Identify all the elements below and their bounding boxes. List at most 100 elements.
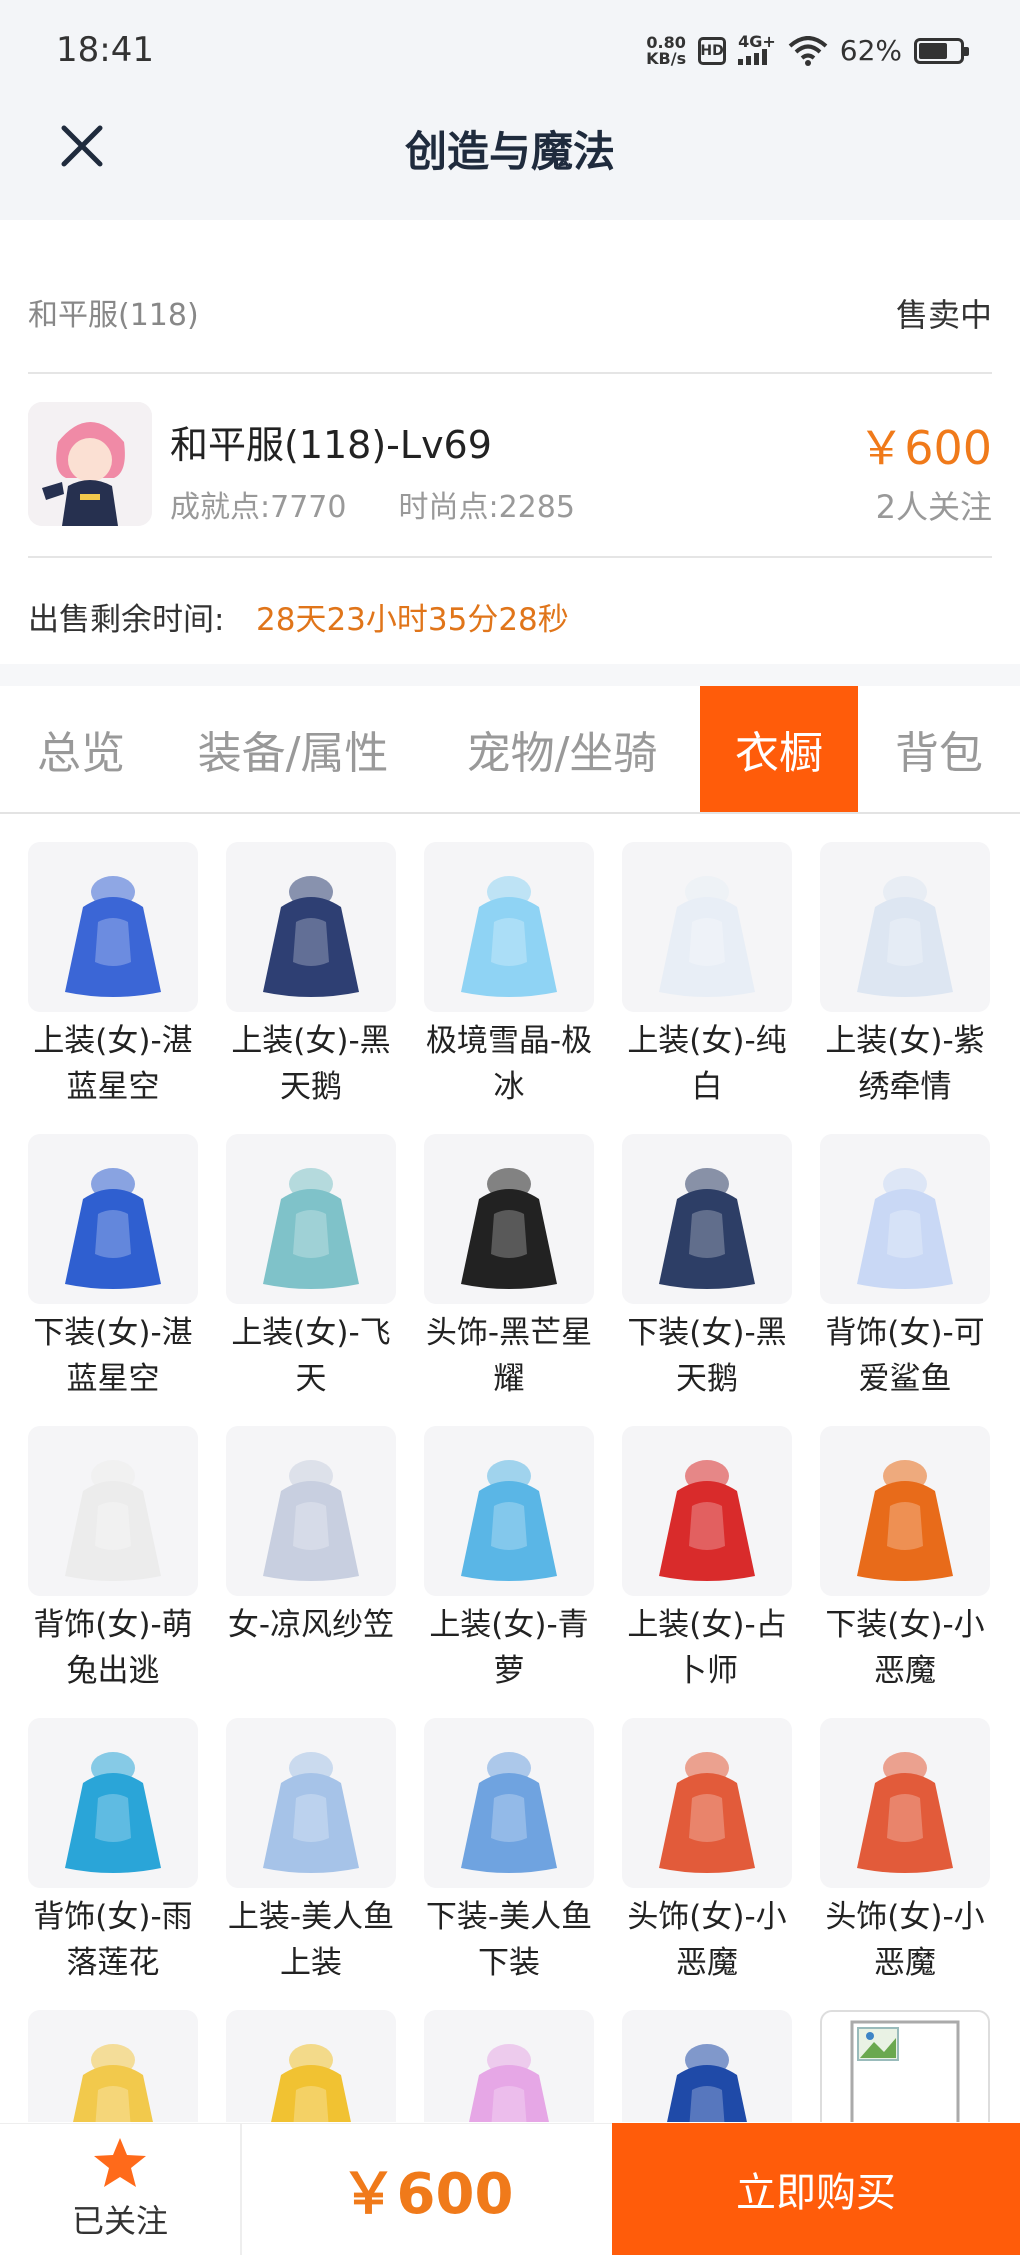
- wardrobe-item[interactable]: 背饰(女)-可爱鲨鱼: [820, 1134, 996, 1402]
- wardrobe-item[interactable]: 头饰(女)-小恶魔: [820, 1718, 996, 1986]
- wardrobe-item-label: 上装(女)-黑天鹅: [231, 1023, 391, 1105]
- devil-horns-icon: [622, 1718, 792, 1888]
- white-dress-icon: [622, 842, 792, 1012]
- tab-pets[interactable]: 宠物/坐骑: [424, 686, 700, 812]
- divider: [28, 556, 992, 558]
- wardrobe-item[interactable]: 下装-美人鱼下装: [424, 1718, 600, 1986]
- star-icon: [94, 2138, 146, 2187]
- shark-icon: [820, 1134, 990, 1304]
- wardrobe-item-label: 上装(女)-纯白: [627, 1023, 787, 1105]
- netspeed-indicator: 0.80 KB/s: [646, 32, 687, 68]
- wardrobe-item[interactable]: 上装(女)-占卜师: [622, 1426, 798, 1694]
- wardrobe-item[interactable]: 上装(女)-飞天: [226, 1134, 402, 1402]
- character-name: 和平服(118)-Lv69: [170, 423, 492, 467]
- mermaid-bottom-icon: [424, 1718, 594, 1888]
- broken-image-icon: [820, 2010, 990, 2122]
- pink-dress-icon: [424, 2010, 594, 2122]
- sale-status: 售卖中: [895, 296, 992, 334]
- gold-crown-icon: [226, 2010, 396, 2122]
- wardrobe-item[interactable]: 上装(女)-紫绣牵情: [820, 842, 996, 1110]
- dark-dress-icon: [226, 842, 396, 1012]
- wardrobe-item-label: 背饰(女)-雨落莲花: [33, 1899, 193, 1981]
- wardrobe-item[interactable]: 背饰(女)-萌兔出逃: [28, 1426, 204, 1694]
- wardrobe-item[interactable]: 上装(女)-纯白: [622, 842, 798, 1110]
- wardrobe-item[interactable]: [820, 2010, 996, 2122]
- tab-overview[interactable]: 总览: [0, 686, 162, 812]
- divider: [28, 372, 992, 374]
- wardrobe-item[interactable]: [226, 2010, 402, 2122]
- wardrobe-item[interactable]: 头饰-黑芒星耀: [424, 1134, 600, 1402]
- devil-boots-icon: [820, 1426, 990, 1596]
- wardrobe-item[interactable]: 头饰(女)-小恶魔: [622, 1718, 798, 1986]
- devil-horns-icon: [820, 1718, 990, 1888]
- sunflower-hat-icon: [28, 2010, 198, 2122]
- wardrobe-item-label: 上装(女)-飞天: [231, 1315, 391, 1397]
- wardrobe-item-label: 下装(女)-黑天鹅: [627, 1315, 787, 1397]
- ice-bow-icon: [424, 842, 594, 1012]
- hd-icon: HD: [698, 36, 727, 65]
- fashion-points: 时尚点:2285: [398, 490, 575, 525]
- character-stats: 成就点:7770 时尚点:2285: [170, 482, 575, 526]
- mermaid-top-icon: [226, 1718, 396, 1888]
- wardrobe-item[interactable]: 下装(女)-黑天鹅: [622, 1134, 798, 1402]
- lotus-wand-icon: [28, 1718, 198, 1888]
- wardrobe-item-label: 背饰(女)-可爱鲨鱼: [825, 1315, 985, 1397]
- listing-price: ￥600: [858, 421, 992, 475]
- follow-label: 已关注: [71, 2202, 168, 2240]
- wardrobe-item[interactable]: 下装(女)-小恶魔: [820, 1426, 996, 1694]
- status-time: 18:41: [56, 30, 154, 70]
- remaining-time-value: 28天23小时35分28秒: [256, 602, 569, 638]
- wardrobe-grid: 上装(女)-湛蓝星空 上装(女)-黑天鹅 极境雪晶-极冰 上装(女)-纯白 上装(女)-…: [0, 842, 1020, 2122]
- wardrobe-item[interactable]: 上装-美人鱼上装: [226, 1718, 402, 1986]
- wardrobe-item-label: 上装(女)-青萝: [429, 1607, 589, 1689]
- battery-icon: [914, 37, 969, 64]
- status-indicators: 0.80 KB/s HD 4G+ 62%: [646, 32, 969, 68]
- wardrobe-item-label: 背饰(女)-萌兔出逃: [33, 1607, 193, 1689]
- wardrobe-item-label: 极境雪晶-极冰: [425, 1023, 593, 1105]
- bottom-price: ￥600: [340, 2161, 514, 2227]
- wardrobe-item-label: 头饰-黑芒星耀: [425, 1315, 593, 1397]
- wardrobe-item-label: 头饰(女)-小恶魔: [825, 1899, 985, 1981]
- wardrobe-item-label: 上装(女)-紫绣牵情: [825, 1023, 985, 1105]
- blue-cape-icon: [622, 2010, 792, 2122]
- wardrobe-item[interactable]: 极境雪晶-极冰: [424, 842, 600, 1110]
- remaining-time-label: 出售剩余时间:: [28, 602, 225, 638]
- white-gown-icon: [820, 842, 990, 1012]
- wardrobe-item[interactable]: [28, 2010, 204, 2122]
- wardrobe-item[interactable]: 女-凉风纱笠: [226, 1426, 402, 1648]
- wardrobe-item-label: 上装(女)-湛蓝星空: [33, 1023, 193, 1105]
- wardrobe-item-label: 下装-美人鱼下装: [425, 1899, 593, 1981]
- wardrobe-item[interactable]: [622, 2010, 798, 2122]
- wardrobe-item-label: 上装-美人鱼上装: [227, 1899, 395, 1981]
- wardrobe-item-label: 女-凉风纱笠: [227, 1607, 395, 1643]
- wardrobe-item[interactable]: [424, 2010, 600, 2122]
- follow-button[interactable]: 已关注: [0, 2123, 242, 2255]
- white-puff-icon: [28, 1426, 198, 1596]
- wardrobe-item[interactable]: 下装(女)-湛蓝星空: [28, 1134, 204, 1402]
- cyan-dress-icon: [424, 1426, 594, 1596]
- server-label: 和平服(118): [28, 298, 199, 333]
- wardrobe-item-label: 头饰(女)-小恶魔: [627, 1899, 787, 1981]
- wardrobe-item-label: 上装(女)-占卜师: [627, 1607, 787, 1689]
- character-avatar: [28, 402, 152, 526]
- wardrobe-item[interactable]: 上装(女)-黑天鹅: [226, 842, 402, 1110]
- wifi-icon: [788, 35, 828, 66]
- wardrobe-item[interactable]: 上装(女)-湛蓝星空: [28, 842, 204, 1110]
- feitian-top-icon: [226, 1134, 396, 1304]
- follower-count: 2人关注: [875, 488, 992, 526]
- blue-heels-icon: [28, 1134, 198, 1304]
- veil-hat-icon: [226, 1426, 396, 1596]
- section-gap: [0, 664, 1020, 686]
- tab-bag[interactable]: 背包: [858, 686, 1020, 812]
- battery-percent: 62%: [839, 34, 902, 67]
- dark-heels-icon: [622, 1134, 792, 1304]
- red-dress-icon: [622, 1426, 792, 1596]
- tab-bar: 总览 装备/属性 宠物/坐骑 衣橱 背包: [0, 686, 1020, 814]
- page-title: 创造与魔法: [404, 127, 615, 176]
- tab-equipment[interactable]: 装备/属性: [162, 686, 424, 812]
- buy-now-button[interactable]: 立即购买: [612, 2123, 1020, 2255]
- achievement-points: 成就点:7770: [170, 490, 347, 525]
- tab-wardrobe[interactable]: 衣橱: [700, 686, 858, 812]
- wardrobe-item[interactable]: 上装(女)-青萝: [424, 1426, 600, 1694]
- wardrobe-item[interactable]: 背饰(女)-雨落莲花: [28, 1718, 204, 1986]
